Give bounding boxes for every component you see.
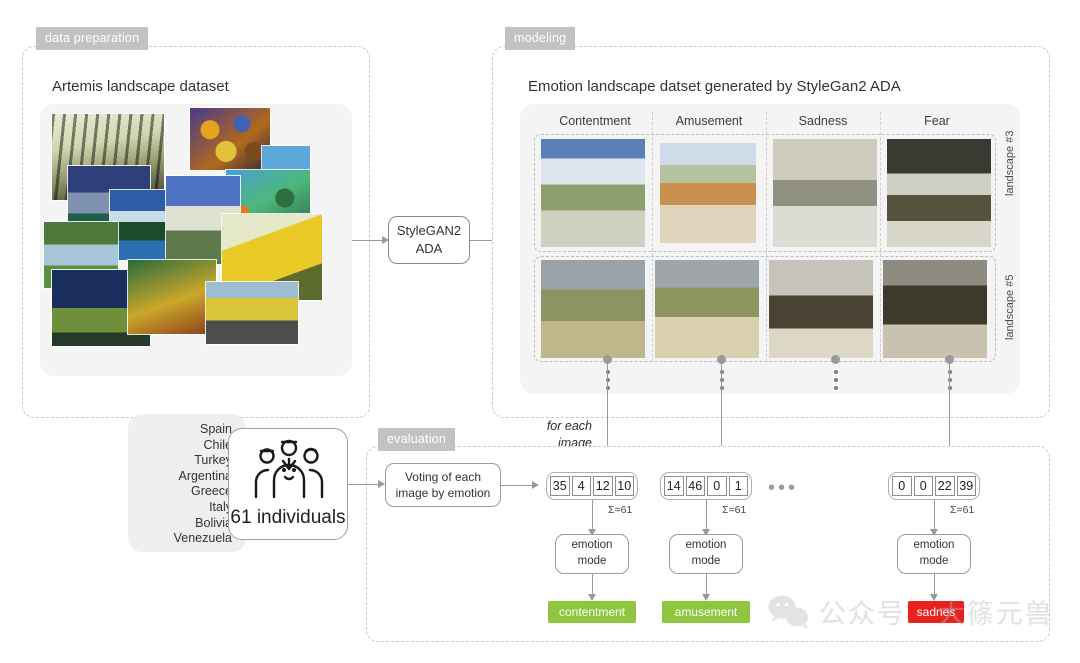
section-tag-data-preparation: data preparation — [36, 27, 149, 50]
collage-thumb — [190, 108, 270, 170]
collage-thumb — [206, 282, 298, 344]
collage-thumb — [128, 260, 216, 334]
mode-line1: emotion — [571, 539, 613, 552]
emotion-mode-box-2: emotion mode — [669, 534, 743, 574]
country-item: Italy — [209, 499, 232, 514]
column-header-amusement: Amusement — [675, 114, 743, 128]
vote-cell: 14 — [664, 476, 684, 496]
country-item: Chile — [203, 437, 233, 452]
votes-ellipsis: ••• — [768, 477, 799, 499]
country-item: Bolivia — [195, 515, 232, 530]
voting-line2: image by emotion — [395, 486, 491, 500]
vote-sum-2: Σ=61 — [722, 504, 747, 516]
vote-sum-3: Σ=61 — [950, 504, 975, 516]
vote-cell: 0 — [707, 476, 727, 496]
connector-mode3-to-result — [934, 574, 936, 596]
country-item: Spain — [200, 422, 232, 436]
connector-vote3-to-mode — [934, 500, 936, 532]
vote-cell: 4 — [571, 476, 591, 496]
section-tag-modeling: modeling — [505, 27, 576, 50]
stylegan2-line2: ADA — [415, 241, 443, 256]
result-chip-amusement: amusement — [662, 601, 750, 623]
column-header-fear: Fear — [924, 114, 950, 128]
generated-image-amusement-3 — [660, 143, 756, 243]
emotion-mode-box-1: emotion mode — [555, 534, 629, 574]
vote-cell: 10 — [614, 476, 634, 496]
column-header-contentment: Contentment — [559, 114, 631, 128]
country-item: Venezuela — [173, 531, 232, 546]
participants-label: 61 individuals — [230, 507, 346, 528]
generated-image-amusement-5 — [655, 260, 759, 358]
country-item: Greece — [191, 484, 232, 499]
generated-image-fear-3 — [887, 139, 991, 247]
country-item: Turkey — [194, 453, 232, 468]
column-connector-dot — [831, 355, 840, 364]
vote-cell: 35 — [550, 476, 570, 496]
country-item: Argentina — [178, 468, 232, 483]
arrow-head — [378, 479, 385, 488]
data-prep-title: Artemis landscape dataset — [52, 78, 229, 95]
collage-panel — [40, 104, 352, 376]
vote-cell: 46 — [685, 476, 705, 496]
emotion-mode-box-3: emotion mode — [897, 534, 971, 574]
connector-mode2-to-result — [706, 574, 708, 596]
connector-dataset-to-model — [352, 240, 384, 242]
arrow-head — [701, 594, 710, 601]
vote-cell: 0 — [913, 476, 933, 496]
mode-line2: mode — [691, 555, 721, 567]
generated-image-contentment-3 — [541, 139, 645, 247]
column-header-sadness: Sadness — [798, 114, 848, 128]
vote-cell: 0 — [892, 476, 912, 496]
voting-line1: Voting of each — [404, 469, 482, 484]
arrow-head — [532, 480, 539, 489]
mode-line2: mode — [919, 555, 949, 567]
vote-sum-1: Σ=61 — [608, 504, 633, 516]
arrow-head — [587, 594, 596, 601]
vote-cell: 12 — [593, 476, 613, 496]
vote-box-2: 14 46 0 1 — [660, 472, 752, 500]
voting-box: Voting of each image by emotion — [385, 463, 501, 507]
arrow-head — [929, 594, 938, 601]
column-ellipsis — [834, 370, 838, 390]
connector-vote1-to-mode — [592, 500, 594, 532]
vote-cell: 1 — [728, 476, 748, 496]
mode-line1: emotion — [685, 539, 727, 552]
for-each-line1: for each — [546, 419, 592, 433]
vote-box-3: 0 0 22 39 — [888, 472, 980, 500]
connector-mode1-to-result — [592, 574, 594, 596]
connector-people-to-voting — [348, 484, 380, 486]
people-group-icon — [254, 439, 324, 499]
row-label-landscape-5: landscape #5 — [1004, 274, 1016, 340]
mode-line2: mode — [577, 555, 607, 567]
generated-image-fear-5 — [883, 260, 987, 358]
vote-box-1: 35 4 12 10 — [546, 472, 638, 500]
mode-line1: emotion — [913, 539, 955, 552]
generated-grid-panel: Contentment Amusement Sadness Fear — [520, 104, 1020, 394]
generated-image-contentment-5 — [541, 260, 645, 358]
row-label-landscape-3: landscape #3 — [1004, 130, 1016, 196]
connector-voting-to-votes — [501, 485, 535, 487]
vote-cell: 22 — [935, 476, 955, 496]
result-chip-sadness: sadnes — [908, 601, 964, 623]
vote-cell: 39 — [956, 476, 976, 496]
connector-vote2-to-mode — [706, 500, 708, 532]
modeling-title: Emotion landscape datset generated by St… — [528, 78, 901, 95]
stylegan2-box: StyleGAN2 ADA — [388, 216, 470, 264]
diagram-canvas: data preparation Artemis landscape datas… — [0, 0, 1080, 663]
generated-image-sadness-3 — [773, 139, 877, 247]
section-tag-evaluation: evaluation — [378, 428, 455, 451]
generated-image-sadness-5 — [769, 260, 873, 358]
stylegan2-line1: StyleGAN2 — [396, 223, 462, 239]
participants-card: 61 individuals — [228, 428, 348, 540]
result-chip-contentment: contentment — [548, 601, 636, 623]
